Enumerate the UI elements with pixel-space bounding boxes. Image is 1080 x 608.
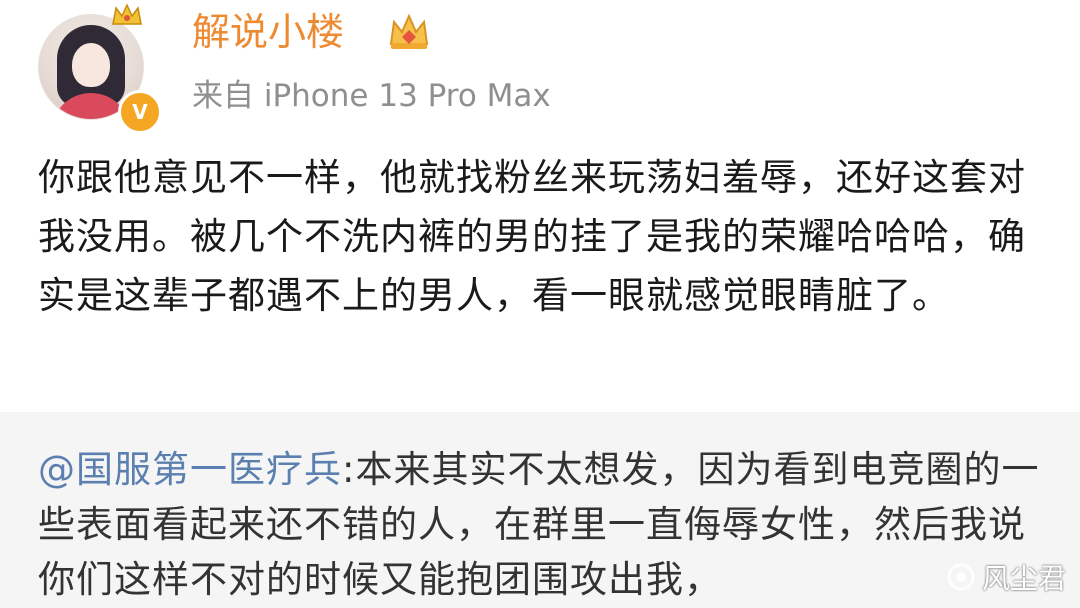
watermark-text: 风尘君 [981, 562, 1066, 595]
avatar-container[interactable]: V [38, 3, 162, 134]
repost-content: @国服第一医疗兵:本来其实不太想发，因为看到电竞圈的一些表面看起来还不错的人，在… [38, 442, 1048, 607]
repost-container[interactable]: @国服第一医疗兵:本来其实不太想发，因为看到电竞圈的一些表面看起来还不错的人，在… [0, 412, 1080, 608]
post-source: 来自 iPhone 13 Pro Max [192, 78, 551, 114]
avatar-face-shape [72, 43, 110, 87]
username[interactable]: 解说小楼 [192, 6, 344, 58]
crown-icon[interactable] [386, 10, 432, 52]
watermark: 风尘君 [946, 560, 1066, 595]
verified-badge-icon: V [118, 90, 162, 134]
repost-mention-link[interactable]: @国服第一医疗兵 [38, 448, 342, 491]
avatar-crown-icon [112, 3, 142, 25]
watermark-logo-icon [947, 563, 975, 591]
weibo-post-screen: V 解说小楼 来自 iPhone 13 Pro Max 你跟他意见不一样，他就找… [0, 0, 1080, 608]
post-text: 你跟他意见不一样，他就找粉丝来玩荡妇羞辱，还好这套对我没用。被几个不洗内裤的男的… [38, 156, 1026, 317]
